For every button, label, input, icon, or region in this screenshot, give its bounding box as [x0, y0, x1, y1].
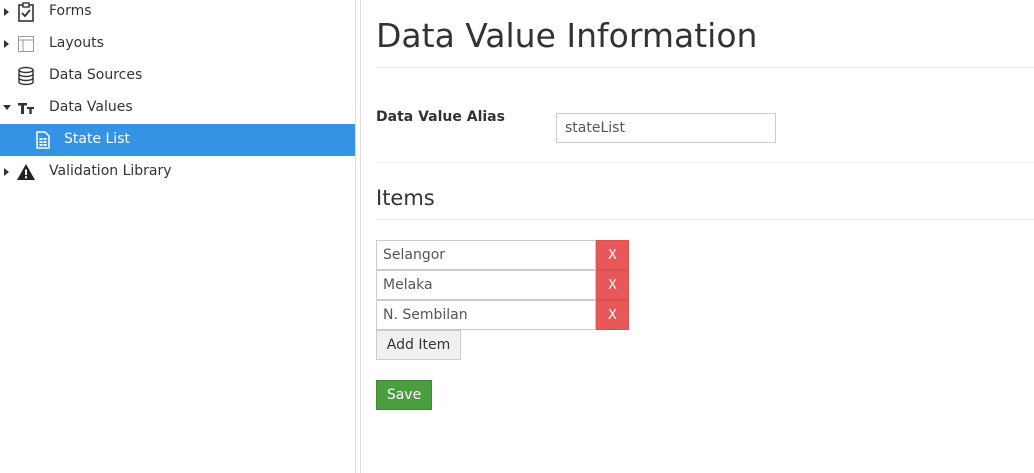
clipboard-check-icon	[16, 2, 36, 22]
tree-item-label: Data Sources	[49, 67, 143, 83]
list-item: X	[376, 270, 629, 300]
page-title: Data Value Information	[376, 16, 758, 55]
tree-item-label: State List	[64, 131, 130, 147]
caret-down-icon[interactable]	[3, 105, 11, 110]
tree-item-layouts[interactable]: Layouts	[0, 28, 355, 60]
item-input[interactable]	[376, 270, 596, 300]
item-input[interactable]	[376, 300, 596, 330]
tree-item-data-sources[interactable]: Data Sources	[0, 60, 355, 92]
items-title: Items	[376, 186, 435, 210]
tree-item-data-values[interactable]: Data Values	[0, 92, 355, 124]
tree-item-state-list[interactable]: State List	[0, 124, 355, 156]
text-size-icon	[16, 98, 36, 118]
item-input[interactable]	[376, 240, 596, 270]
title-divider	[376, 67, 1034, 68]
tree-item-label: Forms	[49, 3, 92, 19]
list-item: X	[376, 240, 629, 270]
warning-icon	[16, 162, 36, 182]
sidebar-tree: Forms Layouts Data Sources Data Values S…	[0, 0, 355, 473]
caret-right-icon[interactable]	[4, 40, 9, 48]
alias-input[interactable]	[556, 113, 776, 143]
database-icon	[16, 66, 36, 86]
save-button[interactable]: Save	[376, 380, 432, 410]
tree-item-validation-library[interactable]: Validation Library	[0, 156, 355, 188]
tree-item-label: Validation Library	[49, 163, 172, 179]
caret-right-icon[interactable]	[4, 8, 9, 16]
tree-item-label: Layouts	[49, 35, 104, 51]
alias-label: Data Value Alias	[376, 109, 505, 125]
main-panel: Data Value Information Data Value Alias …	[361, 0, 1034, 473]
items-divider	[376, 219, 1034, 220]
remove-item-button[interactable]: X	[596, 300, 629, 330]
remove-item-button[interactable]: X	[596, 270, 629, 300]
list-item: X	[376, 300, 629, 330]
tree-item-label: Data Values	[49, 99, 133, 115]
add-item-button[interactable]: Add Item	[376, 330, 461, 360]
layout-icon	[16, 34, 36, 54]
document-list-icon	[33, 130, 53, 150]
tree-item-forms[interactable]: Forms	[0, 0, 355, 28]
caret-right-icon[interactable]	[4, 168, 9, 176]
remove-item-button[interactable]: X	[596, 240, 629, 270]
section-divider	[376, 162, 1034, 163]
